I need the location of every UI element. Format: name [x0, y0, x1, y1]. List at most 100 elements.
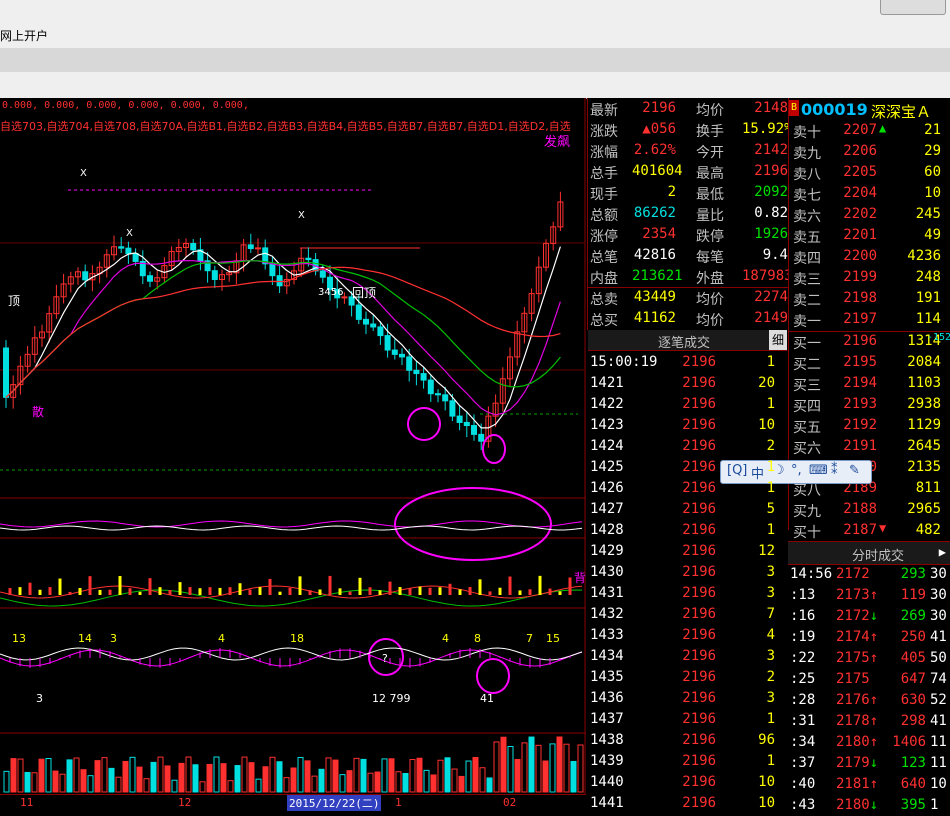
- trade-row: 1429 2196 12: [588, 541, 787, 562]
- bid-price: 2188: [839, 501, 877, 517]
- volume-bar: [200, 782, 205, 792]
- ask-row[interactable]: 卖三 2199 248: [789, 267, 950, 288]
- bid-row[interactable]: 买五 2192 1129: [789, 415, 950, 436]
- timesale-extra: 41: [930, 713, 947, 729]
- quote-label: 现手: [590, 184, 618, 204]
- timesale-price: 2180↓: [836, 797, 878, 813]
- ask-row[interactable]: 卖二 2198 191: [789, 288, 950, 309]
- volume-bar: [529, 737, 534, 792]
- ask-label: 卖六: [793, 206, 821, 226]
- trade-time: 1427: [590, 501, 624, 517]
- candle-body: [356, 305, 361, 319]
- annotation-right-tag: 背: [574, 571, 586, 585]
- quote-value-2: 2149: [742, 310, 788, 326]
- candle-body: [443, 395, 448, 401]
- trade-detail-button[interactable]: 细: [769, 330, 787, 350]
- volume-bar: [557, 737, 562, 792]
- trade-row: 1425 2196 1: [588, 457, 787, 478]
- bid-row[interactable]: 买三 2194 1103: [789, 373, 950, 394]
- volume-bar: [550, 744, 555, 792]
- menu-online-account[interactable]: 网上开户: [0, 27, 48, 44]
- kline-chart-area[interactable]: 发飙 回顶顶散 X X X 3456? 12 799 3 41 4 8 7 15 13 14 3 4 18 背: [0, 98, 586, 810]
- ask-row[interactable]: 卖四 2200 4236: [789, 246, 950, 267]
- volume-bar: [137, 767, 142, 792]
- bid-label: 买二: [793, 354, 821, 374]
- candle-body: [191, 243, 196, 249]
- candle-body: [414, 370, 419, 373]
- bid-row[interactable]: 买一 2196 1314 -152: [789, 331, 950, 352]
- timesale-volume: 647: [888, 671, 926, 687]
- timesale-volume: 405: [888, 650, 926, 666]
- timesale-price: 2179↓: [836, 755, 878, 771]
- trade-price: 2196: [678, 753, 716, 769]
- timesale-time: :31: [790, 713, 815, 729]
- trade-row: 1427 2196 5: [588, 499, 787, 520]
- osc1-line: [0, 521, 582, 527]
- ask-row[interactable]: 卖六 2202 245: [789, 204, 950, 225]
- quote-label-2: 外盘: [696, 268, 724, 288]
- volume-bar: [522, 743, 527, 792]
- volume-bar: [109, 768, 114, 792]
- volume-bar: [263, 767, 268, 792]
- trade-volume: 1: [725, 459, 775, 475]
- label-4b: 4: [218, 632, 225, 645]
- bid-label: 买四: [793, 396, 821, 416]
- ime-wrench-icon[interactable]: ✎: [849, 463, 860, 478]
- timesale-volume: 250: [888, 629, 926, 645]
- trade-price: 2196: [678, 732, 716, 748]
- trade-price: 2196: [678, 480, 716, 496]
- quote-label-2: 均价: [696, 289, 724, 309]
- timesale-price: 2172↓: [836, 608, 878, 624]
- volume-bar: [375, 772, 380, 792]
- candle-body: [248, 245, 253, 249]
- kline-chart-svg[interactable]: 发飙回顶顶散 X X X 3456? 12 799 3 41 4 8 7 15 13 14 3 4 18 背: [0, 98, 586, 810]
- ask-row[interactable]: 卖七 2204 10: [789, 183, 950, 204]
- label-7: 7: [526, 632, 533, 645]
- trade-volume: 2: [725, 669, 775, 685]
- trade-tape-title: 逐笔成交: [658, 332, 710, 351]
- ask-row[interactable]: 卖八 2205 60: [789, 162, 950, 183]
- highlight-circle: [477, 659, 509, 693]
- volume-bar: [480, 768, 485, 792]
- volume-bar: [46, 758, 51, 792]
- timesale-extra: 41: [930, 629, 947, 645]
- window-controls[interactable]: [880, 0, 946, 15]
- ask-label: 卖八: [793, 164, 821, 184]
- volume-bar: [123, 761, 128, 792]
- trade-volume: 3: [725, 564, 775, 580]
- highlight-circle: [483, 435, 505, 463]
- quote-label: 总买: [590, 310, 618, 330]
- bid-row[interactable]: 买二 2195 2084: [789, 352, 950, 373]
- volume-bar: [214, 757, 219, 792]
- candle-body: [472, 426, 477, 435]
- timesales-arrow-icon[interactable]: ▶: [939, 545, 946, 559]
- ask-qty: 60: [889, 164, 941, 180]
- timesale-extra: 10: [930, 776, 947, 792]
- bid-row[interactable]: 买四 2193 2938: [789, 394, 950, 415]
- ask-row[interactable]: 卖一 2197 114: [789, 309, 950, 330]
- ask-row[interactable]: 卖九 2206 29: [789, 141, 950, 162]
- stock-code[interactable]: 000019: [801, 100, 868, 119]
- ime-keyboard-icon[interactable]: ⌨: [809, 463, 828, 478]
- ime-menu-icon[interactable]: ⁑: [831, 463, 838, 478]
- ask-row[interactable]: 卖五 2201 49: [789, 225, 950, 246]
- volume-bar: [39, 759, 44, 792]
- bid-row[interactable]: 买十 2187 ▼ 482: [789, 520, 950, 541]
- bid-price: 2192: [839, 417, 877, 433]
- trade-time: 1426: [590, 480, 624, 496]
- timesale-extra: 50: [930, 650, 947, 666]
- timesale-price-text: 2181: [836, 776, 870, 792]
- bid-price: 2196: [839, 333, 877, 349]
- quote-label: 最新: [590, 100, 618, 120]
- quote-value-2: 187983: [742, 268, 788, 284]
- ask-price: 2202: [839, 206, 877, 222]
- trade-time: 1421: [590, 375, 624, 391]
- quote-value-2: 9.4: [742, 247, 788, 263]
- volume-bar: [95, 761, 100, 792]
- bid-row[interactable]: 买六 2191 2645: [789, 436, 950, 457]
- quote-value: 401604: [632, 163, 676, 179]
- bid-row[interactable]: 买九 2188 2965: [789, 499, 950, 520]
- ime-punct-icon[interactable]: °,: [791, 463, 802, 478]
- ask-row[interactable]: 卖十 2207 ▲ 21: [789, 120, 950, 141]
- timesale-extra: 30: [930, 566, 947, 582]
